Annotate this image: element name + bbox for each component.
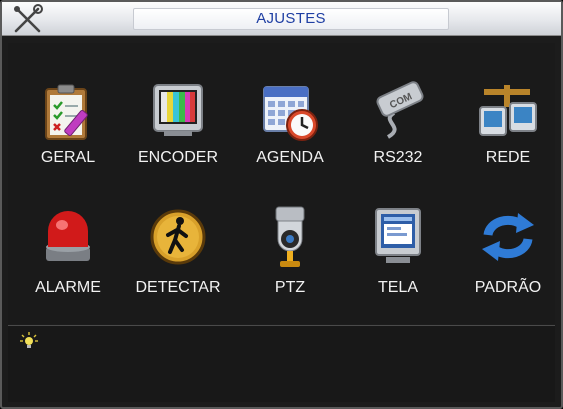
menu-item-tela[interactable]: TELA [348,205,448,325]
menu-item-ptz[interactable]: PTZ [240,205,340,325]
tv-monitor-icon [153,84,203,136]
red-alarm-light-icon [46,211,90,261]
menu-item-label: ENCODER [137,149,218,166]
menu-item-rs232[interactable]: COM RS232 [348,79,448,199]
lightbulb-hint-icon [20,332,38,348]
display-screen-icon [375,208,421,263]
com-port-cable-icon: COM [376,81,424,139]
menu-item-label: RS232 [373,149,423,166]
menu-item-geral[interactable]: GERAL [18,79,118,199]
menu-item-label: ALARME [35,279,101,296]
settings-menu-grid: GERAL ENCODER AGENDA COM RS232 REDE ALAR… [8,43,555,324]
menu-item-label: GERAL [40,149,96,166]
menu-item-label: REDE [485,149,531,166]
menu-item-detectar[interactable]: DETECTAR [128,205,228,325]
tools-icon[interactable] [8,4,48,34]
refresh-arrows-icon [482,213,534,261]
clipboard-checklist-icon [45,84,88,140]
menu-item-label: TELA [377,279,418,296]
network-computers-icon [479,85,537,136]
menu-item-rede[interactable]: REDE [458,79,558,199]
menu-item-alarme[interactable]: ALARME [18,205,118,325]
menu-item-encoder[interactable]: ENCODER [128,79,228,199]
calendar-clock-icon [263,86,318,141]
menu-item-label: PTZ [274,279,306,296]
menu-item-label: AGENDA [256,149,324,166]
settings-window: AJUSTES GERAL ENCODER AGENDA COM RS232 R… [0,0,563,409]
menu-item-label: DETECTAR [135,279,221,296]
menu-item-label: PADRÃO [474,279,542,296]
ptz-camera-icon [275,206,305,267]
window-title: AJUSTES [256,10,326,27]
title-bar: AJUSTES [2,2,561,36]
menu-item-padrao[interactable]: PADRÃO [458,205,558,325]
menu-item-agenda[interactable]: AGENDA [240,79,340,199]
walking-person-sign-icon [150,209,206,265]
status-bar [8,325,555,402]
